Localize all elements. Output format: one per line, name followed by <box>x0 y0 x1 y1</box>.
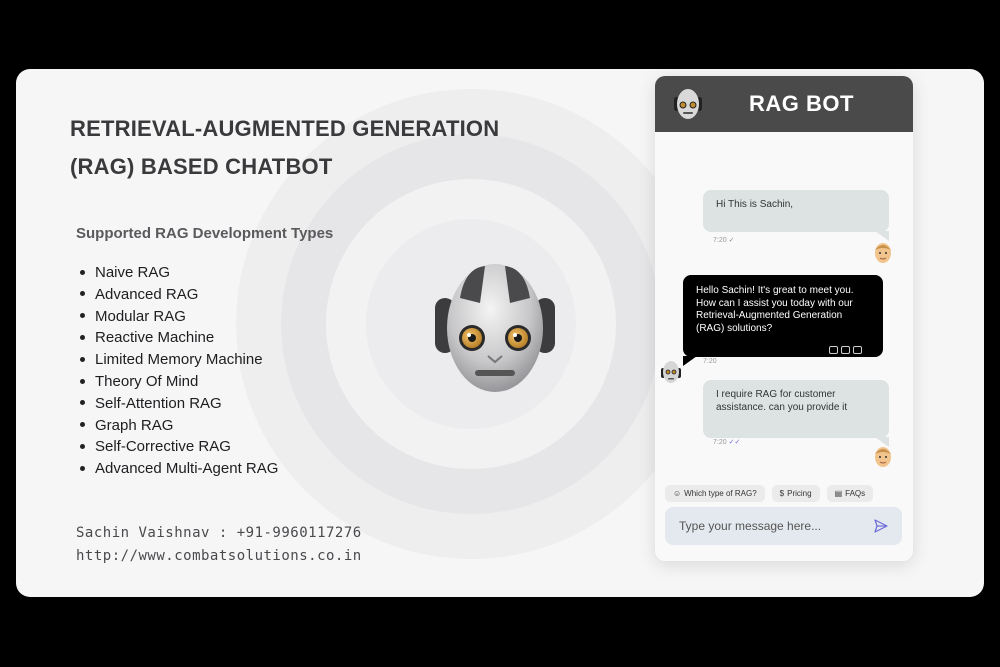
title-line-1: RETRIEVAL-AUGMENTED GENERATION <box>70 116 500 141</box>
types-heading: Supported RAG Development Types <box>76 225 334 242</box>
notebook-icon: ▤ <box>834 489 843 498</box>
list-item-label: Modular RAG <box>95 307 186 325</box>
bubble-tail <box>683 356 697 366</box>
copy-icon[interactable] <box>829 346 838 354</box>
bullet-icon <box>80 334 85 340</box>
bullet-icon <box>80 422 85 428</box>
list-item-label: Advanced Multi-Agent RAG <box>95 460 279 478</box>
list-item-label: Naive RAG <box>95 264 171 281</box>
list-item-label: Self-Attention RAG <box>95 394 222 412</box>
user-avatar-icon <box>875 243 891 263</box>
list-item-label: Graph RAG <box>95 416 174 434</box>
list-item-label: Limited Memory Machine <box>95 351 263 369</box>
message-input[interactable] <box>679 519 849 533</box>
bot-avatar-icon <box>661 361 681 383</box>
bullet-icon <box>80 400 85 406</box>
list-item: Naive RAG <box>76 262 278 284</box>
bot-avatar-icon <box>674 89 702 119</box>
bullet-icon <box>80 378 85 384</box>
list-item: Limited Memory Machine <box>76 349 278 371</box>
message-actions <box>829 346 862 354</box>
message-text: Hello Sachin! It's great to meet you. Ho… <box>696 285 854 334</box>
message-timestamp: 7:20 ✓✓ <box>713 439 741 446</box>
rag-types-list: Naive RAG Advanced RAG Modular RAG React… <box>76 262 278 480</box>
title-line-2: (RAG) BASED CHATBOT <box>70 154 333 179</box>
bullet-icon <box>80 443 85 449</box>
list-item-label: Theory Of Mind <box>95 372 199 390</box>
quick-reply-pricing[interactable]: $ Pricing <box>771 485 820 502</box>
bullet-icon <box>80 356 85 362</box>
message-text: I require RAG for customer assistance. c… <box>716 389 848 413</box>
message-composer <box>665 507 902 545</box>
send-icon[interactable] <box>874 519 888 533</box>
chat-title: RAG BOT <box>749 91 854 116</box>
thumbs-down-icon[interactable] <box>853 346 862 354</box>
quick-reply-faqs[interactable]: ▤ FAQs <box>826 485 874 502</box>
double-check-icon: ✓✓ <box>728 439 741 446</box>
message-text: Hi This is Sachin, <box>716 199 794 210</box>
list-item-label: Advanced RAG <box>95 285 199 303</box>
money-bag-icon: $ <box>779 489 785 498</box>
user-avatar-icon <box>875 447 891 467</box>
bullet-icon <box>80 269 85 275</box>
list-item: Reactive Machine <box>76 327 278 349</box>
robot-face-icon <box>435 264 555 392</box>
contact-phone: Sachin Vaishnav : +91-9960117276 <box>76 525 362 541</box>
list-item-label: Reactive Machine <box>95 329 215 347</box>
smile-emoji-icon: ☺ <box>673 489 682 498</box>
list-item: Theory Of Mind <box>76 371 278 393</box>
bullet-icon <box>80 291 85 297</box>
bullet-icon <box>80 465 85 471</box>
message-timestamp: 7:20 ✓ <box>713 237 735 244</box>
chatbot-panel: RAG BOT Hi This is Sachin, 7:20 ✓ Hello S… <box>655 76 913 561</box>
page-title: RETRIEVAL-AUGMENTED GENERATION (RAG) BAS… <box>70 110 550 186</box>
quick-reply-rag-types[interactable]: ☺ Which type of RAG? <box>665 485 765 502</box>
list-item: Self-Corrective RAG <box>76 436 278 458</box>
chat-header: RAG BOT <box>655 76 913 132</box>
list-item: Modular RAG <box>76 306 278 328</box>
list-item-label: Self-Corrective RAG <box>95 438 231 456</box>
list-item: Self-Attention RAG <box>76 393 278 415</box>
list-item: Advanced Multi-Agent RAG <box>76 458 278 480</box>
check-icon: ✓ <box>728 237 735 244</box>
contact-info: Sachin Vaishnav : +91-9960117276 http://… <box>76 522 362 568</box>
user-message: I require RAG for customer assistance. c… <box>703 380 889 438</box>
bullet-icon <box>80 313 85 319</box>
list-item: Graph RAG <box>76 415 278 437</box>
user-message: Hi This is Sachin, <box>703 190 889 232</box>
thumbs-up-icon[interactable] <box>841 346 850 354</box>
website-link[interactable]: http://www.combatsolutions.co.in <box>76 545 362 568</box>
message-timestamp: 7:20 <box>703 358 717 365</box>
bot-message: Hello Sachin! It's great to meet you. Ho… <box>683 275 883 357</box>
list-item: Advanced RAG <box>76 284 278 306</box>
quick-replies: ☺ Which type of RAG? $ Pricing ▤ FAQs <box>665 485 874 502</box>
